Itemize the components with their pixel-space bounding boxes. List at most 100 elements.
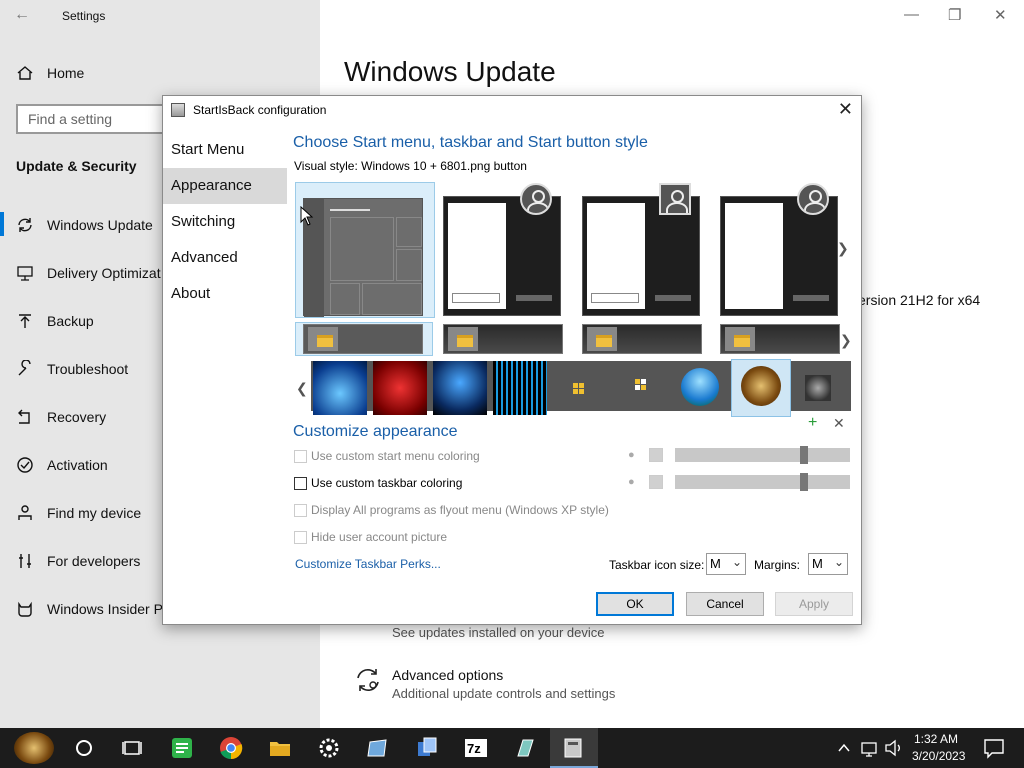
startisback-dialog: StartIsBack configuration ✕ Start Menu A… [162,95,862,625]
style-preview-windows7-square[interactable] [582,183,700,316]
spreadsheet-app-icon[interactable] [170,736,194,760]
nav-item-find-my-device[interactable]: Find my device [16,504,141,522]
taskbar-opacity-slider[interactable] [675,473,850,491]
advanced-options-icon [357,669,379,691]
orb-blue-wave[interactable] [313,361,367,415]
icon-size-select[interactable]: M ⌄ [706,553,746,575]
next-taskbar-arrow-icon[interactable]: ❯ [840,332,852,349]
preview-panel [725,203,783,309]
orb-star-trek[interactable] [805,375,831,401]
tab-advanced[interactable]: Advanced [163,240,287,276]
tab-about[interactable]: About [163,276,287,312]
taskbar-color-swatch[interactable] [649,475,663,489]
margins-label: Margins: [754,558,801,572]
taskbar-preview-button [308,327,338,351]
sync-icon [18,218,32,232]
tab-start-menu[interactable]: Start Menu [163,132,287,168]
nav-item-recovery[interactable]: Recovery [16,408,106,426]
task-view-icon[interactable] [120,736,144,760]
remove-orb-icon[interactable]: ✕ [833,415,845,432]
start-menu-opacity-slider[interactable] [675,446,850,464]
tab-switching[interactable]: Switching [163,204,287,240]
chrome-icon[interactable] [219,736,243,760]
tab-appearance[interactable]: Appearance [163,168,287,204]
custom-start-menu-coloring-checkbox[interactable]: Use custom start menu coloring [294,449,480,463]
home-nav-item[interactable]: Home [16,64,84,82]
nav-item-for-developers[interactable]: For developers [16,552,140,570]
next-style-arrow-icon[interactable]: ❯ [837,240,849,257]
back-arrow-icon[interactable]: ← [14,6,30,24]
style-preview-windows7[interactable] [443,183,561,316]
taskbar-preview-4[interactable] [720,324,840,354]
editor-app-icon[interactable] [513,736,537,760]
style-preview-windows-vista[interactable] [720,183,838,316]
orb-red[interactable] [373,361,427,415]
file-explorer-icon[interactable] [268,736,292,760]
ok-button[interactable]: OK [596,592,674,616]
installer-icon[interactable] [415,736,439,760]
app-window-icon[interactable] [366,736,390,760]
taskbar-preview-1[interactable] [303,324,423,354]
7zip-icon[interactable]: 7z [464,736,488,760]
startisback-taskbar-button[interactable] [550,728,598,768]
start-orb-button[interactable] [14,732,54,764]
close-button[interactable]: ✕ [994,6,1007,24]
svg-text:7z: 7z [467,741,481,756]
nav-label: Activation [47,457,108,473]
cancel-button[interactable]: Cancel [686,592,764,616]
startisback-app-icon [171,103,185,117]
customize-taskbar-perks-link[interactable]: Customize Taskbar Perks... [295,557,441,571]
taskbar-preview-3[interactable] [582,324,702,354]
clock-time[interactable]: 1:32 AM [914,732,958,746]
settings-gear-icon[interactable] [317,736,341,760]
nav-item-backup[interactable]: Backup [16,312,94,330]
nav-item-troubleshoot[interactable]: Troubleshoot [16,360,128,378]
add-orb-icon[interactable]: + [808,414,817,432]
checkbox-label: Use custom taskbar coloring [311,476,463,490]
slider-thumb[interactable] [800,446,809,464]
minimize-button[interactable]: — [904,6,919,23]
start-menu-color-swatch[interactable] [649,448,663,462]
dialog-close-icon[interactable]: ✕ [838,99,853,120]
taskbar-preview-2[interactable] [443,324,563,354]
preview-power-button [655,295,691,301]
preview-tile [362,283,422,315]
folder-icon [317,335,333,347]
network-icon[interactable] [860,736,880,760]
orb-equalizer[interactable] [493,361,547,415]
checkbox-box [294,503,307,517]
nav-item-activation[interactable]: Activation [16,456,108,474]
chevron-up-icon[interactable] [836,736,852,760]
home-label: Home [47,65,85,81]
checkbox-label: Use custom start menu coloring [311,449,480,463]
nav-item-delivery-optimization[interactable]: Delivery Optimizat [16,264,161,282]
page-title: Windows Update [344,56,556,87]
chevron-down-icon: ⌄ [833,555,844,569]
flyout-menu-checkbox[interactable]: Display All programs as flyout menu (Win… [294,503,609,517]
clock-date[interactable]: 3/20/2023 [912,749,965,763]
checkbox-label: Display All programs as flyout menu (Win… [311,503,609,517]
nav-item-windows-insider[interactable]: Windows Insider P [16,600,163,618]
custom-taskbar-coloring-checkbox[interactable]: Use custom taskbar coloring [294,476,462,490]
dialog-titlebar[interactable]: StartIsBack configuration ✕ [163,96,861,124]
orb-dotted-sphere[interactable] [433,361,487,415]
notifications-icon[interactable] [982,736,1006,760]
folder-icon [457,335,473,347]
style-preview-windows10[interactable] [303,198,423,317]
preview-search [452,293,500,303]
margins-select[interactable]: M ⌄ [808,553,848,575]
restore-button[interactable]: ❐ [948,6,961,24]
advanced-options-link[interactable]: Advanced options [392,667,503,683]
orb-steampunk[interactable] [741,366,781,406]
apply-button[interactable]: Apply [775,592,853,616]
chevron-down-icon: ⌄ [731,555,742,569]
cortana-icon[interactable] [72,736,96,760]
orb-windows7[interactable] [681,368,719,406]
nav-label: For developers [47,553,141,569]
volume-icon[interactable] [884,736,904,760]
hide-account-picture-checkbox[interactable]: Hide user account picture [294,530,447,544]
visual-style-label: Visual style: [294,159,358,173]
prev-orb-arrow-icon[interactable]: ❮ [296,380,308,397]
slider-thumb[interactable] [800,473,809,491]
nav-item-windows-update[interactable]: Windows Update [16,216,153,234]
